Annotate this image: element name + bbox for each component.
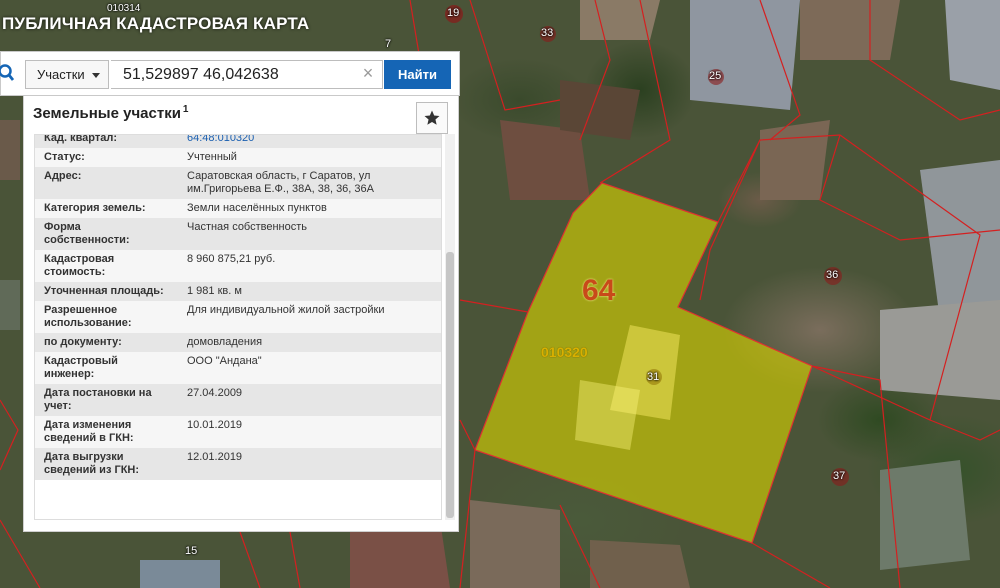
house-number-36: 36 xyxy=(826,269,839,281)
attribute-row: Категория земель: Земли населённых пункто… xyxy=(35,199,441,218)
attribute-row: Кад. квартал: 64:48:010320 xyxy=(35,134,441,148)
cadastral-quarter-link[interactable]: 64:48:010320 xyxy=(167,135,441,145)
attribute-value: Для индивидуальной жилой застройки xyxy=(187,304,385,316)
search-input[interactable] xyxy=(111,60,383,89)
attribute-label: Дата выгрузки сведений из ГКН: xyxy=(44,451,140,476)
clear-icon[interactable]: × xyxy=(359,62,377,84)
attribute-label: Уточненная площадь: xyxy=(44,285,164,297)
attribute-label: Кадастровый инженер: xyxy=(44,355,118,380)
search-bar: Участки × Найти xyxy=(0,51,460,96)
attribute-value: ООО "Андана" xyxy=(187,355,262,367)
attribute-row: Дата изменения сведений в ГКН: 10.01.2019 xyxy=(35,416,441,448)
attribute-value: Земли населённых пунктов xyxy=(187,202,327,214)
attribute-value: домовладения xyxy=(187,336,263,348)
attribute-row: Адрес: Саратовская область, г Саратов, ул… xyxy=(35,167,441,199)
scrollbar-thumb[interactable] xyxy=(446,252,454,518)
attribute-row: Разрешенное использование: Для индивидуал… xyxy=(35,301,441,333)
attribute-label: Дата постановки на учет: xyxy=(44,387,152,412)
attribute-label: Категория земель: xyxy=(44,202,146,214)
info-panel: Земельные участки 1 Кад. квартал: 64:48:01… xyxy=(23,96,459,532)
attribute-value: 1 981 кв. м xyxy=(187,285,242,297)
attribute-row: Кадастровая стоимость: 8 960 875,21 руб. xyxy=(35,250,441,282)
search-icon[interactable] xyxy=(0,62,19,84)
attribute-row: Уточненная площадь: 1 981 кв. м xyxy=(35,282,441,301)
attribute-row: Дата выгрузки сведений из ГКН: 12.01.2019 xyxy=(35,448,441,480)
attribute-value: Саратовская область, г Саратов, ул им.Гр… xyxy=(187,170,374,195)
house-number-15: 15 xyxy=(185,545,198,557)
favorite-button[interactable] xyxy=(416,102,448,134)
attribute-label: Дата изменения сведений в ГКН: xyxy=(44,419,134,444)
attribute-row: Статус: Учтенный xyxy=(35,148,441,167)
attributes-list[interactable]: Кад. квартал: 64:48:010320 Статус: Учтенный… xyxy=(34,134,442,520)
panel-title-count: 1 xyxy=(182,104,189,115)
house-number-31: 31 xyxy=(647,371,660,383)
chevron-down-icon xyxy=(92,73,100,78)
attribute-value: 10.01.2019 xyxy=(187,419,243,431)
attribute-label: Статус: xyxy=(44,151,85,163)
attributes-rows: Кад. квартал: 64:48:010320 Статус: Учтенный… xyxy=(35,134,441,480)
attribute-label: Разрешенное использование: xyxy=(44,304,132,329)
attribute-label: Кадастровая стоимость: xyxy=(44,253,115,278)
house-number-19: 19 xyxy=(447,7,460,19)
attribute-value: 27.04.2009 xyxy=(187,387,243,399)
parcel-number-label: 64 xyxy=(582,274,616,307)
attribute-value: 8 960 875,21 руб. xyxy=(187,253,276,265)
house-number-33: 33 xyxy=(541,27,554,39)
attribute-value: Частная собственность xyxy=(187,221,308,233)
search-type-label: Участки xyxy=(37,67,85,82)
search-type-select[interactable]: Участки xyxy=(25,60,109,89)
find-button[interactable]: Найти xyxy=(384,60,451,89)
attribute-value: Учтенный xyxy=(187,151,237,163)
panel-title: Земельные участки 1 xyxy=(33,104,188,122)
quarter-label-top: 010314 xyxy=(107,3,141,14)
house-number-37: 37 xyxy=(833,470,846,482)
attribute-value: 12.01.2019 xyxy=(187,451,243,463)
attribute-row: Форма собственности: Частная собственност… xyxy=(35,218,441,250)
attribute-label: Кад. квартал: xyxy=(44,134,118,144)
house-number-25: 25 xyxy=(709,70,722,82)
attribute-row: по документу: домовладения xyxy=(35,333,441,352)
map-title: ПУБЛИЧНАЯ КАДАСТРОВАЯ КАРТА xyxy=(2,14,310,33)
attribute-row: Кадастровый инженер: ООО "Андана" xyxy=(35,352,441,384)
attribute-label: Адрес: xyxy=(44,170,82,182)
panel-scrollbar[interactable] xyxy=(445,134,455,520)
attribute-label: по документу: xyxy=(44,336,122,348)
house-number-7: 7 xyxy=(385,38,392,50)
star-icon xyxy=(424,110,440,125)
quarter-label: 010320 xyxy=(541,344,588,360)
attribute-row: Дата постановки на учет: 27.04.2009 xyxy=(35,384,441,416)
attribute-label: Форма собственности: xyxy=(44,221,130,246)
panel-title-text: Земельные участки xyxy=(33,105,181,122)
